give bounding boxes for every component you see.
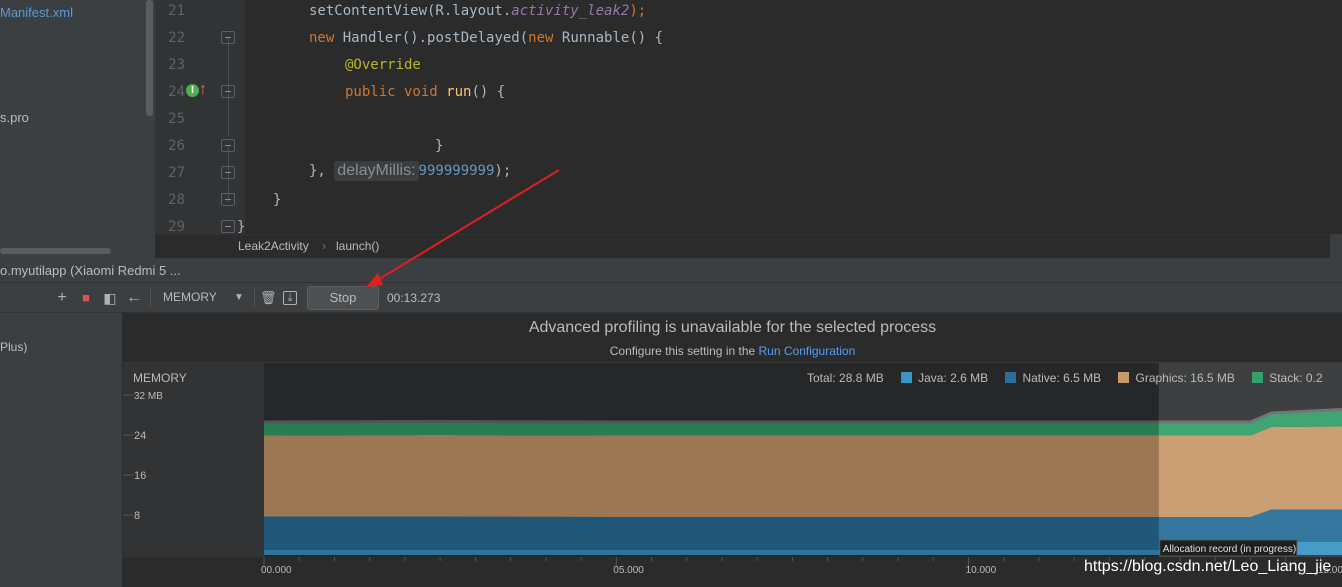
- allocation-selection: [1158, 363, 1342, 557]
- fold-icon[interactable]: [221, 166, 235, 179]
- legend-swatch: [1118, 372, 1130, 383]
- tree-vertical-scrollbar[interactable]: [146, 0, 153, 116]
- y-tick-label: 32 MB: [134, 391, 163, 402]
- tree-item-manifest[interactable]: Manifest.xml: [0, 5, 73, 20]
- fold-icon[interactable]: [221, 220, 235, 233]
- trash-icon[interactable]: 🗑: [260, 290, 277, 306]
- code-line-26: }: [435, 138, 444, 154]
- legend-total: Total: 28.8 MB: [807, 371, 884, 385]
- line-number: 22: [168, 30, 185, 46]
- memory-chart[interactable]: 32 MB 24 16 8 Allocation record (in progress…: [123, 363, 1342, 587]
- monitor-select[interactable]: MEMORY: [163, 290, 217, 304]
- tree-horizontal-scrollbar[interactable]: [0, 248, 111, 254]
- legend-stack: Stack: 0.2: [1252, 371, 1323, 385]
- tree-item-proguard[interactable]: s.pro: [0, 110, 29, 125]
- editor-scrollbar[interactable]: [1330, 234, 1342, 258]
- tooltip-text: Allocation record (in progress): [1163, 544, 1296, 555]
- toolbar-divider: [254, 289, 255, 307]
- run-configuration-link[interactable]: Run Configuration: [759, 344, 856, 358]
- fold-icon[interactable]: [221, 31, 235, 44]
- overrides-up-arrow-icon[interactable]: ↑: [199, 80, 209, 100]
- y-tick-label: 16: [134, 470, 146, 482]
- line-number: 28: [168, 192, 185, 208]
- session-title[interactable]: o.myutilapp (Xiaomi Redmi 5 ...: [0, 263, 181, 278]
- breadcrumb-class[interactable]: Leak2Activity: [238, 239, 309, 253]
- stop-button[interactable]: Stop: [307, 286, 379, 310]
- add-session-icon[interactable]: +: [54, 290, 70, 306]
- implements-method-icon[interactable]: I: [186, 84, 199, 97]
- legend-graphics: Graphics: 16.5 MB: [1118, 371, 1235, 385]
- legend-swatch: [901, 372, 913, 383]
- line-number: 24: [168, 84, 185, 100]
- recording-timer: 00:13.273: [387, 291, 441, 305]
- line-number: 26: [168, 138, 185, 154]
- back-arrow-icon[interactable]: ←: [126, 290, 142, 306]
- session-item[interactable]: Plus): [0, 340, 27, 354]
- code-line-29: }: [237, 219, 246, 234]
- profiler-toolbar: ← MEMORY ▼ 🗑 ⤓ Stop 00:13.273: [123, 283, 1342, 313]
- code-line-24: public void run() {: [345, 84, 506, 100]
- banner-subtitle: Configure this setting in the Run Config…: [609, 344, 856, 358]
- code-line-27: }, delayMillis: 999999999);: [309, 161, 512, 181]
- pre-selection-shade: [264, 363, 1159, 557]
- line-number: 27: [168, 165, 185, 181]
- memory-legend: Total: 28.8 MB Java: 2.6 MB Native: 6.5 …: [807, 371, 1337, 387]
- code-line-21: setContentView(R.layout.activity_leak2);: [309, 3, 647, 19]
- legend-swatch: [1252, 372, 1264, 383]
- toolbar-divider: [150, 289, 151, 307]
- banner-title: Advanced profiling is unavailable for th…: [528, 319, 937, 336]
- fold-icon[interactable]: [221, 139, 235, 152]
- line-number: 25: [168, 111, 185, 127]
- code-line-28: }: [273, 192, 282, 208]
- code-line-22: new Handler().postDelayed(new Runnable()…: [309, 30, 664, 46]
- parameter-hint: delayMillis:: [334, 161, 419, 181]
- line-number: 29: [168, 219, 185, 234]
- memory-monitor-label: MEMORY: [133, 371, 187, 385]
- y-tick-label: 8: [134, 510, 140, 522]
- save-heap-icon[interactable]: ⤓: [283, 291, 297, 305]
- breadcrumb-method[interactable]: launch(): [336, 239, 379, 253]
- legend-java: Java: 2.6 MB: [901, 371, 988, 385]
- memory-area-chart[interactable]: 32 MB 24 16 8 Allocation record (in progress…: [123, 363, 1342, 587]
- breadcrumb: Leak2Activity › launch(): [155, 234, 1342, 258]
- legend-native: Native: 6.5 MB: [1005, 371, 1101, 385]
- profiler-session-header: o.myutilapp (Xiaomi Redmi 5 ...: [0, 258, 1342, 283]
- project-tree-panel: Manifest.xml s.pro: [0, 0, 155, 258]
- fold-icon[interactable]: [221, 85, 235, 98]
- editor-gutter: 21 22 23 24 25 26 27 28 29 I ↑: [155, 0, 245, 234]
- code-editor[interactable]: 21 22 23 24 25 26 27 28 29 I ↑ setConten…: [155, 0, 1342, 234]
- x-tick-label: 10.000: [966, 565, 997, 576]
- line-number: 21: [168, 3, 185, 19]
- legend-swatch: [1005, 372, 1017, 383]
- line-number: 23: [168, 57, 185, 73]
- breadcrumb-separator: ›: [322, 239, 326, 253]
- x-tick-label: 00.000: [261, 565, 292, 576]
- session-list: Plus): [0, 313, 123, 587]
- stop-session-icon[interactable]: ■: [78, 290, 94, 306]
- y-tick-label: 24: [134, 430, 146, 442]
- toggle-layout-icon[interactable]: ◧: [102, 290, 118, 306]
- allocation-tooltip: Allocation record (in progress): [1159, 539, 1298, 557]
- code-line-23: @Override: [345, 57, 421, 73]
- fold-icon[interactable]: [221, 193, 235, 206]
- chevron-down-icon[interactable]: ▼: [231, 290, 247, 306]
- watermark-text: https://blog.csdn.net/Leo_Liang_jie: [1084, 558, 1332, 575]
- x-tick-label: 05.000: [613, 565, 644, 576]
- profiler-body: Advanced profiling is unavailable for th…: [123, 313, 1342, 587]
- advanced-profiling-banner: Advanced profiling is unavailable for th…: [123, 313, 1342, 363]
- code-content[interactable]: setContentView(R.layout.activity_leak2);…: [237, 0, 1342, 234]
- session-toolbar: + ■ ◧: [0, 283, 123, 313]
